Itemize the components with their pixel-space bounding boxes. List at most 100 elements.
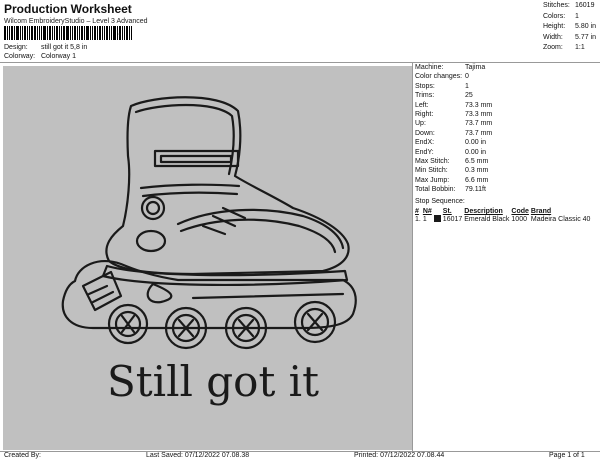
colorway-row: Colorway: Colorway 1 [4,53,76,60]
colorway-value: Colorway 1 [40,53,76,60]
info-row: Total Bobbin: 79.11ft [415,185,492,194]
info-row: Trims: 25 [415,91,492,100]
info-label: EndX: [415,139,435,147]
boot-sole [101,264,349,287]
info-value: 73.3 mm [465,111,493,119]
info-label: Max Stitch: [415,158,450,166]
info-value: 6.5 mm [465,158,489,166]
stop-sequence-title: Stop Sequence: [415,198,465,205]
footer-divider [0,451,600,452]
info-value: 79.11ft [465,186,486,194]
col-n: N# [422,208,432,215]
col-description: Description [464,208,503,215]
info-row: EndX: 0.00 in [415,138,492,147]
info-value: 0 [465,73,469,81]
info-label: Right: [415,111,434,119]
machine-info-panel: Machine: Tajima Color changes: 0 Stops: 1 Trim… [415,63,492,195]
col-code: Code [511,208,529,215]
footer-page: Page 1 of 1 [549,452,585,459]
info-value: 73.7 mm [465,120,493,128]
row-description: Emerald Black [464,215,510,223]
toe-cap-inner [179,218,337,254]
ankle-pad [135,229,167,253]
info-value: 0.00 in [465,139,487,147]
info-row: EndY: 0.00 in [415,148,492,157]
info-row: Color changes: 0 [415,72,492,81]
info-row: Left: 73.3 mm [415,101,492,110]
info-label: EndY: [415,148,434,156]
summary-stats: Stitches: 16019 Colors: 1 Height: 5.80 in W… [543,1,596,54]
col-swatch [434,208,443,215]
wheel-1 [107,303,149,345]
footer-created-by: Created By: [4,452,41,459]
col-stitches: St. [442,208,452,215]
info-label: Machine: [415,64,444,71]
design-canvas[interactable]: Still got it [3,66,412,450]
row-code: 1000 [511,215,527,223]
info-label: Total Bobbin: [415,186,456,194]
wheel-2 [164,306,208,350]
colorway-label: Colorway: [4,53,36,60]
wheel-3 [224,306,268,350]
buckle-outer [140,195,166,221]
buckle-inner [145,200,161,216]
info-value: 25 [465,92,473,100]
barcode-mark: , [118,24,122,38]
col-num: # [415,208,419,215]
summary-height: Height: 5.80 in [543,23,597,30]
info-row: Min Stitch: 0.3 mm [415,166,492,175]
stop-table-header: # N# St. Description Code Brand [415,208,592,215]
toe-cap-top [176,208,345,250]
info-label: Left: [415,101,429,109]
info-label: Max Jump: [415,176,450,184]
boot-inner-line [134,103,235,176]
info-row: Up: 73.7 mm [415,119,492,128]
row-stitches: 16017 [442,215,463,223]
frame-line [191,292,345,300]
footer-last-saved: Last Saved: 07/12/2022 07.08.38 [146,452,250,459]
cuff-strap-inner [159,154,233,164]
info-value: 73.7 mm [465,129,493,137]
info-row: Machine: Tajima [415,63,492,72]
footer-printed: Printed: 07/12/2022 07.08.44 [354,452,445,459]
summary-width: Width: 5.77 in [543,33,597,41]
info-label: Trims: [415,92,435,100]
design-label: Design: [4,44,28,51]
info-row: Stops: 1 [415,82,492,91]
row-n: 1 [422,215,427,223]
stop-sequence-table: # N# St. Description Code Brand 1. 1 160… [415,208,592,223]
wheel-4 [293,300,337,344]
panel-divider [412,63,413,451]
color-swatch [433,215,441,222]
info-value: 0.00 in [465,148,487,156]
barcode [4,26,156,40]
summary-zoom: Zoom: 1:1 [543,44,585,51]
info-label: Color changes: [415,73,463,81]
rollerblade-design: Still got it [61,96,357,406]
col-brand: Brand [530,208,552,215]
brake-lines [87,284,115,304]
info-value: 0.3 mm [465,167,489,175]
cuff-strap [153,149,240,168]
frame-cutout-1 [146,282,173,304]
info-value: 6.6 mm [465,176,489,184]
info-label: Min Stitch: [415,167,448,175]
summary-stitches: Stitches: 16019 [543,2,595,9]
info-label: Down: [415,129,435,137]
design-value: still got it 5,8 in [40,44,88,51]
info-value: 73.3 mm [465,101,493,109]
table-row: 1. 1 16017 Emerald Black 1000 Madeira Cl… [415,215,592,223]
header-divider [0,62,600,63]
info-label: Stops: [415,82,435,90]
row-num: 1. [415,215,421,223]
software-subtitle: Wilcom EmbroideryStudio – Level 3 Advanc… [4,18,148,25]
worksheet-title: Production Worksheet [4,2,132,16]
info-row: Max Jump: 6.6 mm [415,176,492,185]
info-row: Right: 73.3 mm [415,110,492,119]
info-value: Tajima [465,64,486,71]
info-label: Up: [415,120,426,128]
design-caption: Still got it [107,357,319,406]
info-row: Down: 73.7 mm [415,129,492,138]
info-row: Max Stitch: 6.5 mm [415,157,492,166]
info-value: 1 [465,82,469,90]
